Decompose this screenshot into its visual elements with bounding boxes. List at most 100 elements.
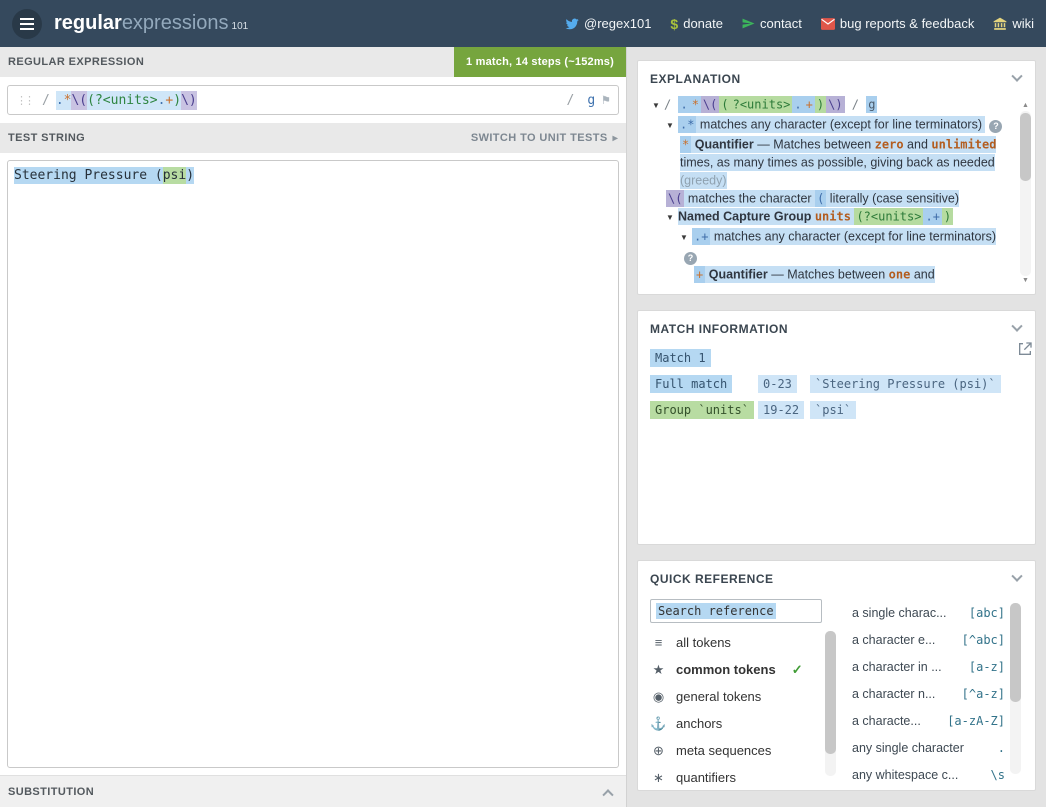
explanation-line: * Quantifier — Matches between zero and … — [650, 135, 1011, 189]
explanation-scrollbar[interactable]: ▲ ▼ — [1020, 101, 1031, 286]
scrollbar-thumb[interactable] — [825, 631, 836, 754]
match-highlight: ) — [186, 167, 194, 184]
regex-input[interactable]: ⋮⋮ / .*\((?<units>.+)\) / g ⚑ — [7, 85, 619, 115]
nav-link-contact[interactable]: contact — [742, 16, 802, 31]
quick-reference-title: QUICK REFERENCE — [650, 572, 774, 586]
explanation-text: ) — [815, 96, 826, 113]
reference-item[interactable]: a character n...[^a-z] — [852, 680, 1005, 707]
test-string-title: TEST STRING — [8, 132, 85, 144]
explanation-text: one — [889, 266, 911, 283]
logo[interactable]: regular expressions 101 — [54, 12, 248, 35]
explanation-text: . — [678, 96, 689, 113]
reference-item-label: any single character — [852, 741, 964, 755]
regex-section-title: REGULAR EXPRESSION — [8, 56, 144, 68]
explanation-text: literally (case sensitive) — [826, 190, 959, 207]
explanation-line: ▼Named Capture Group units (?<units>.+) — [650, 207, 1011, 227]
regex-pattern[interactable]: .*\((?<units>.+)\) — [56, 91, 197, 110]
quick-reference-content: Search reference ≡all tokens★common toke… — [638, 593, 1035, 788]
reference-scrollbar[interactable] — [1010, 603, 1021, 774]
category-all-tokens[interactable]: ≡all tokens — [650, 629, 822, 656]
explanation-text: * — [690, 96, 701, 113]
category-label: all tokens — [676, 635, 731, 650]
reference-item-label: a single charac... — [852, 606, 947, 620]
collapse-arrow-icon[interactable]: ▼ — [680, 229, 692, 247]
collapse-arrow-icon[interactable]: ▼ — [666, 117, 678, 135]
reference-item[interactable]: a single charac... [abc] — [852, 599, 1005, 626]
categories-scrollbar[interactable] — [825, 631, 836, 776]
reference-item[interactable]: any whitespace c... \s — [852, 761, 1005, 788]
drag-handle-icon[interactable]: ⋮⋮ — [16, 94, 32, 107]
explanation-text: matches any character (except for line t… — [696, 116, 985, 133]
scroll-up-icon[interactable]: ▲ — [1020, 101, 1031, 111]
check-icon: ✓ — [792, 662, 803, 678]
nav-link-donate[interactable]: $donate — [670, 16, 723, 32]
chevron-down-icon[interactable] — [1011, 71, 1022, 82]
navbar-links: @regex101 $donate contact bug reports & fee… — [565, 16, 1034, 32]
chevron-down-icon[interactable] — [1011, 321, 1022, 332]
category-meta-sequences[interactable]: ⊕meta sequences — [650, 737, 822, 764]
collapse-arrow-icon[interactable]: ▼ — [666, 209, 678, 227]
category-anchors[interactable]: ⚓anchors — [650, 710, 822, 737]
category-common-tokens[interactable]: ★common tokens✓ — [650, 656, 822, 683]
right-panel: EXPLANATION ▼/ .*\((?<units>.+)\) / g▼.*… — [627, 47, 1046, 807]
anchor-icon: ⚓ — [650, 716, 667, 732]
flag-icon[interactable]: ⚑ — [602, 93, 610, 108]
category-label: meta sequences — [676, 743, 771, 758]
reference-item-code: [^a-z] — [962, 687, 1005, 701]
help-icon[interactable]: ? — [989, 120, 1002, 133]
reference-item[interactable]: any single character. — [852, 734, 1005, 761]
wiki-icon — [993, 17, 1007, 31]
explanation-text: / — [845, 96, 867, 113]
category-label: common tokens — [676, 662, 776, 677]
search-input[interactable]: Search reference — [650, 599, 822, 623]
twitter-icon — [565, 17, 579, 31]
reference-item[interactable]: a characte...[a-zA-Z] — [852, 707, 1005, 734]
chevron-down-icon[interactable] — [1011, 571, 1022, 582]
collapse-up-icon[interactable] — [602, 789, 613, 800]
scroll-down-icon[interactable]: ▼ — [1020, 276, 1031, 286]
nav-link-wiki[interactable]: wiki — [993, 16, 1034, 31]
donate-icon: $ — [670, 16, 678, 32]
test-string-input[interactable]: Steering Pressure (psi) — [7, 160, 619, 768]
category-quantifiers[interactable]: ∗quantifiers — [650, 764, 822, 791]
reference-item-label: a character e... — [852, 633, 935, 647]
export-matches-icon[interactable] — [1017, 341, 1033, 362]
reference-item-code: [a-zA-Z] — [947, 714, 1005, 728]
explanation-text: ) — [942, 208, 953, 225]
explanation-text: (?<units> — [854, 208, 923, 225]
explanation-text: times, as many times as possible, giving… — [680, 154, 995, 171]
match-range: 0-23 — [758, 375, 797, 393]
quick-reference-card: QUICK REFERENCE Search reference ≡all to… — [637, 560, 1036, 791]
category-general-tokens[interactable]: ◉general tokens — [650, 683, 822, 710]
match-value: `psi` — [810, 401, 856, 419]
nav-link-label: wiki — [1012, 16, 1034, 31]
match-range-cell: 0-23 — [758, 375, 810, 393]
reference-item[interactable]: a character e...[^abc] — [852, 626, 1005, 653]
explanation-text: Named Capture Group — [678, 208, 815, 225]
asterisk-icon: ∗ — [650, 770, 667, 786]
switch-to-unit-tests-link[interactable]: SWITCH TO UNIT TESTS ▸ — [471, 132, 626, 144]
explanation-text: \( — [666, 190, 684, 207]
nav-link--regex101[interactable]: @regex101 — [565, 16, 651, 31]
regex-flags[interactable]: g — [587, 93, 595, 108]
reference-item-label: any whitespace c... — [852, 768, 958, 782]
help-icon[interactable]: ? — [684, 252, 697, 265]
menu-button[interactable] — [12, 9, 42, 39]
switch-arrow-icon: ▸ — [613, 133, 618, 144]
regex-token: ?<units> — [95, 91, 158, 110]
reference-item-code: [abc] — [969, 606, 1005, 620]
reference-item-code: \s — [991, 768, 1005, 782]
regex-token: \) — [181, 91, 197, 110]
reference-item[interactable]: a character in ...[a-z] — [852, 653, 1005, 680]
regex-delimiter-right: / — [567, 93, 575, 108]
collapse-arrow-icon[interactable]: ▼ — [652, 97, 664, 115]
match-name-cell: Full match — [650, 375, 758, 393]
scrollbar-thumb[interactable] — [1020, 113, 1031, 181]
reference-item-label: a character in ... — [852, 660, 942, 674]
scrollbar-thumb[interactable] — [1010, 603, 1021, 702]
match-steps-badge: 1 match, 14 steps (~152ms) — [454, 47, 626, 77]
explanation-text: + — [804, 96, 815, 113]
test-string-content: Steering Pressure (psi) — [14, 167, 194, 184]
match-information-header: MATCH INFORMATION — [638, 311, 1035, 343]
nav-link-bug-reports-feedback[interactable]: bug reports & feedback — [821, 16, 974, 31]
